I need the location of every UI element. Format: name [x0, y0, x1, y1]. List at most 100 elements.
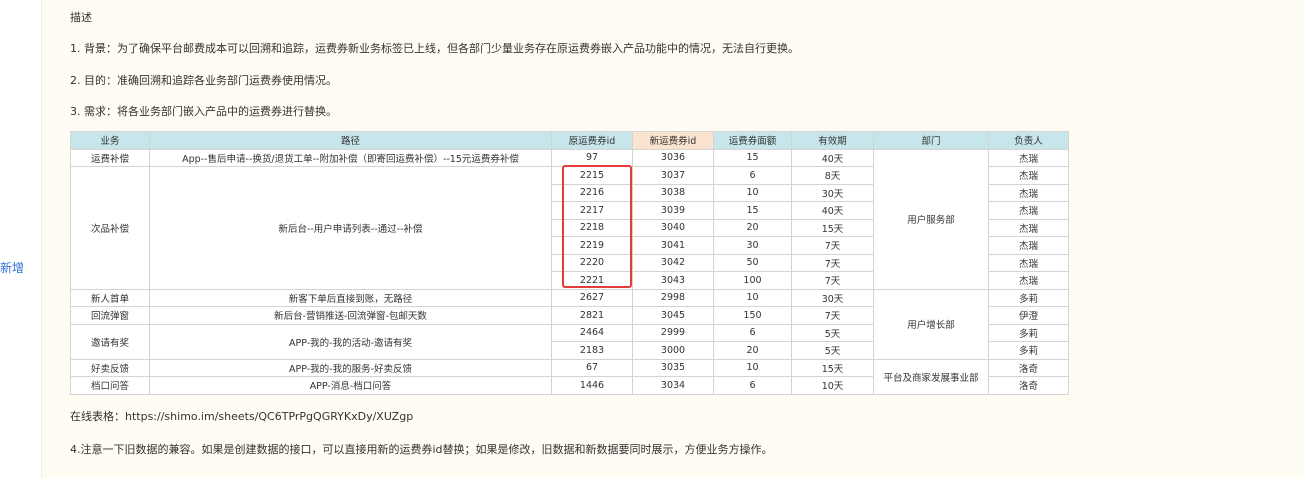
validity-cell: 7天	[791, 306, 874, 325]
new-id-cell: 3042	[632, 253, 714, 272]
new-id-cell: 2998	[632, 288, 714, 307]
old-id-cell: 2183	[551, 341, 633, 360]
owner-cell: 杰瑞	[988, 218, 1069, 237]
owner-cell: 杰瑞	[988, 253, 1069, 272]
new-id-cell: 3045	[632, 306, 714, 325]
department-cell: 平台及商家发展事业部	[873, 358, 989, 395]
business-cell: 运费补偿	[70, 148, 150, 167]
old-id-cell: 97	[551, 148, 633, 167]
new-id-cell: 3000	[632, 341, 714, 360]
path-cell: 新后台-营销推送-回流弹窗-包邮天数	[149, 306, 552, 325]
owner-cell: 多莉	[988, 288, 1069, 307]
header-new-coupon-id: 新运费券id	[632, 131, 714, 150]
amount-cell: 6	[713, 166, 792, 185]
compatibility-note: 4.注意一下旧数据的兼容。如果是创建数据的接口，可以直接用新的运费券id替换；如…	[70, 443, 773, 456]
old-id-cell: 2217	[551, 201, 633, 220]
amount-cell: 6	[713, 376, 792, 395]
path-cell: 新客下单后直接到账，无路径	[149, 288, 552, 307]
owner-cell: 伊澄	[988, 306, 1069, 325]
new-id-cell: 3035	[632, 358, 714, 377]
table-row: 新人首单 新客下单后直接到账，无路径 2627 2998 10 30天 用户增长…	[70, 288, 1069, 360]
amount-cell: 6	[713, 323, 792, 342]
old-id-cell: 2221	[551, 271, 633, 290]
owner-cell: 杰瑞	[988, 183, 1069, 202]
validity-cell: 10天	[791, 376, 874, 395]
requirement-paragraph: 3. 需求：将各业务部门嵌入产品中的运费券进行替换。	[70, 105, 337, 118]
old-id-cell: 2216	[551, 183, 633, 202]
goal-paragraph: 2. 目的：准确回溯和追踪各业务部门运费券使用情况。	[70, 74, 337, 87]
amount-cell: 150	[713, 306, 792, 325]
old-id-cell: 2218	[551, 218, 633, 237]
business-cell: 档口问答	[70, 376, 150, 395]
business-cell: 回流弹窗	[70, 306, 150, 325]
path-cell: APP-我的-我的服务-好卖反馈	[149, 358, 552, 377]
validity-cell: 15天	[791, 218, 874, 237]
owner-cell: 杰瑞	[988, 201, 1069, 220]
amount-cell: 30	[713, 236, 792, 255]
department-cell: 用户增长部	[873, 288, 989, 360]
path-cell: App--售后申请--换货/退货工单--附加补偿（即寄回运费补偿）--15元运费…	[149, 148, 552, 167]
owner-cell: 多莉	[988, 341, 1069, 360]
old-id-cell: 67	[551, 358, 633, 377]
old-id-cell: 1446	[551, 376, 633, 395]
owner-cell: 杰瑞	[988, 148, 1069, 167]
validity-cell: 8天	[791, 166, 874, 185]
header-old-coupon-id: 原运费券id	[551, 131, 633, 150]
header-business: 业务	[70, 131, 150, 150]
new-id-cell: 3034	[632, 376, 714, 395]
owner-cell: 杰瑞	[988, 166, 1069, 185]
validity-cell: 40天	[791, 201, 874, 220]
table-header-row: 业务 路径 原运费券id 新运费券id 运费券面额 有效期 部门 负责人	[70, 131, 1069, 150]
validity-cell: 30天	[791, 288, 874, 307]
amount-cell: 15	[713, 148, 792, 167]
table-row: 运费补偿 App--售后申请--换货/退货工单--附加补偿（即寄回运费补偿）--…	[70, 148, 1069, 290]
business-cell: 邀请有奖	[70, 323, 150, 360]
old-id-cell: 2215	[551, 166, 633, 185]
new-id-cell: 3038	[632, 183, 714, 202]
validity-cell: 7天	[791, 236, 874, 255]
header-owner: 负责人	[988, 131, 1069, 150]
path-cell: APP-消息-档口问答	[149, 376, 552, 395]
old-id-cell: 2464	[551, 323, 633, 342]
owner-cell: 杰瑞	[988, 271, 1069, 290]
business-cell: 好卖反馈	[70, 358, 150, 377]
department-cell: 用户服务部	[873, 148, 989, 290]
amount-cell: 50	[713, 253, 792, 272]
header-validity: 有效期	[791, 131, 874, 150]
new-id-cell: 3041	[632, 236, 714, 255]
background-paragraph: 1. 背景：为了确保平台邮费成本可以回溯和追踪，运费券新业务标签已上线，但各部门…	[70, 42, 799, 55]
path-cell: APP-我的-我的活动-邀请有奖	[149, 323, 552, 360]
new-id-cell: 3040	[632, 218, 714, 237]
path-cell: 新后台--用户申请列表--通过--补偿	[149, 166, 552, 290]
validity-cell: 30天	[791, 183, 874, 202]
sidebar-new-link[interactable]: 新增	[0, 259, 24, 276]
header-coupon-amount: 运费券面额	[713, 131, 792, 150]
header-path: 路径	[149, 131, 552, 150]
new-id-cell: 3043	[632, 271, 714, 290]
old-id-cell: 2821	[551, 306, 633, 325]
new-id-cell: 3039	[632, 201, 714, 220]
old-id-cell: 2627	[551, 288, 633, 307]
validity-cell: 15天	[791, 358, 874, 377]
new-id-cell: 3037	[632, 166, 714, 185]
amount-cell: 10	[713, 358, 792, 377]
owner-cell: 洛奇	[988, 358, 1069, 377]
amount-cell: 20	[713, 218, 792, 237]
amount-cell: 100	[713, 271, 792, 290]
new-id-cell: 2999	[632, 323, 714, 342]
new-id-cell: 3036	[632, 148, 714, 167]
table-row: 好卖反馈 APP-我的-我的服务-好卖反馈 67 3035 10 15天 平台及…	[70, 358, 1069, 395]
validity-cell: 7天	[791, 253, 874, 272]
amount-cell: 10	[713, 288, 792, 307]
validity-cell: 7天	[791, 271, 874, 290]
old-id-cell: 2219	[551, 236, 633, 255]
coupon-mapping-table: 业务 路径 原运费券id 新运费券id 运费券面额 有效期 部门 负责人 运费补…	[70, 131, 1069, 395]
description-panel: 描述 1. 背景：为了确保平台邮费成本可以回溯和追踪，运费券新业务标签已上线，但…	[41, 0, 1304, 478]
header-department: 部门	[873, 131, 989, 150]
amount-cell: 15	[713, 201, 792, 220]
owner-cell: 杰瑞	[988, 236, 1069, 255]
online-sheet-link[interactable]: 在线表格：https://shimo.im/sheets/QC6TPrPgQGR…	[70, 408, 413, 424]
owner-cell: 洛奇	[988, 376, 1069, 395]
business-cell: 次品补偿	[70, 166, 150, 290]
validity-cell: 40天	[791, 148, 874, 167]
